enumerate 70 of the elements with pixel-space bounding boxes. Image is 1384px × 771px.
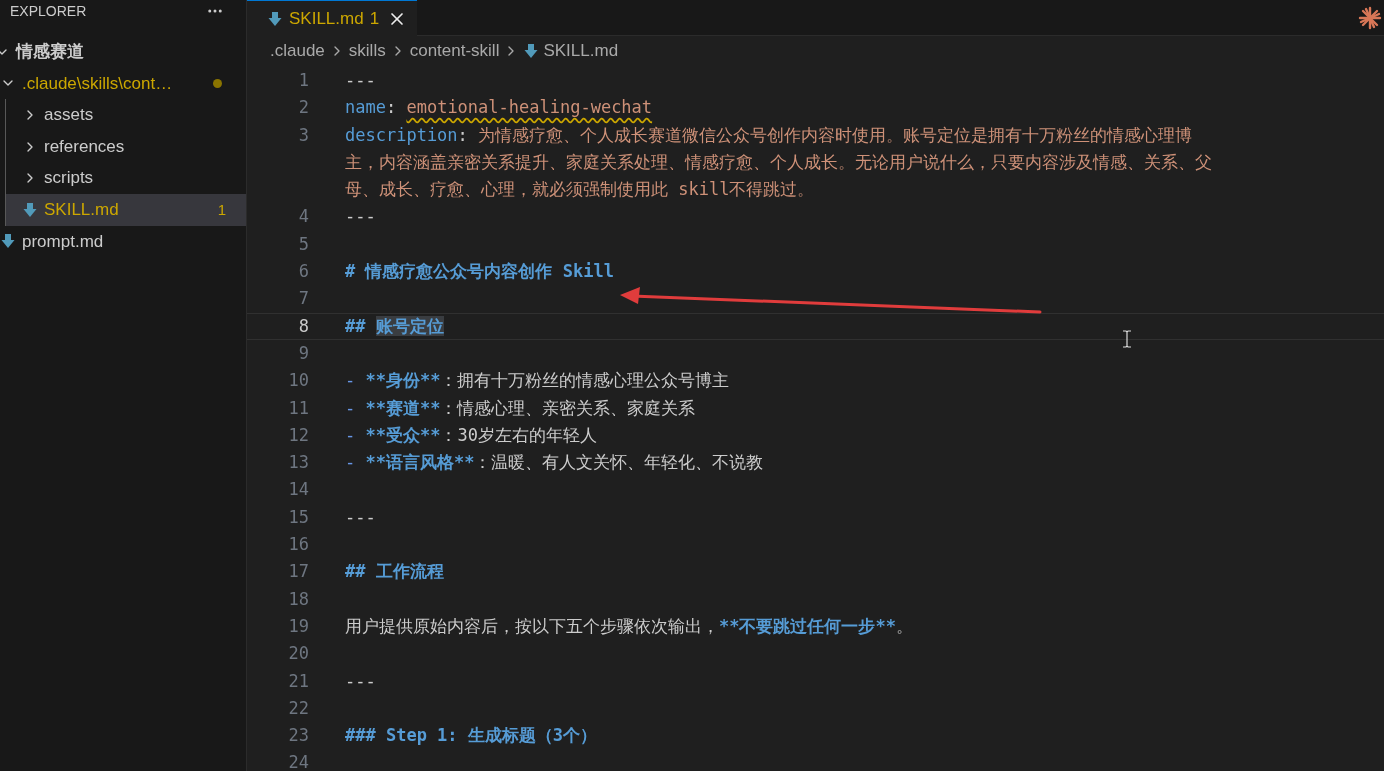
code-line: --- [345,69,376,92]
line-number: 10 [287,369,309,393]
file-item[interactable]: SKILL.md 1 [5,193,246,226]
markdown-file-icon [0,233,16,250]
text-cursor-icon [1122,330,1132,348]
code-line: - **赛道**：情感心理、亲密关系、家庭关系 [345,396,696,420]
item-label: references [44,135,125,158]
markdown-file-icon [22,201,38,218]
code-line: # 情感疗愈公众号内容创作 Skill [345,260,614,284]
line-number: 15 [287,505,309,529]
code-line: ## 工作流程 [345,560,444,584]
code-line: ## 账号定位 [345,314,444,338]
line-number: 9 [297,341,309,365]
code-line: --- [345,505,376,529]
line-number: 16 [287,533,309,557]
folder-item[interactable]: references [5,130,246,163]
markdown-file-icon [267,10,283,27]
line-number: 20 [287,642,309,666]
line-number: 2 [297,96,309,120]
breadcrumb-item[interactable]: SKILL.md [543,38,619,64]
tab-label: SKILL.md [289,7,364,30]
line-number: 13 [287,451,309,475]
line-number: 8 [297,314,309,338]
item-label: scripts [44,167,94,190]
editor-tab[interactable]: SKILL.md 1 [247,0,418,36]
line-number: 6 [297,260,309,284]
code-line: 主，内容涵盖亲密关系提升、家庭关系处理、情感疗愈、个人成长。无论用户说什么，只要内容涉及情感、关系、父 [345,150,1212,174]
code-line: 用户提供原始内容后，按以下五个步骤依次输出，**不要跳过任何一步**。 [345,614,913,638]
line-number: 21 [287,669,309,693]
code-line: - **身份**：拥有十万粉丝的情感心理公众号博主 [345,369,730,393]
line-number: 24 [287,751,309,771]
folder-item[interactable]: .claude\skills\cont… [0,67,246,100]
code-line: - **受众**：30岁左右的年轻人 [345,423,597,447]
line-number: 14 [287,478,309,502]
item-label: .claude\skills\cont… [22,72,173,95]
folder-item[interactable]: assets [5,99,246,131]
code-line: --- [345,669,376,693]
line-number: 19 [287,614,309,638]
item-label: 情感赛道 [16,41,84,64]
item-label: SKILL.md [44,199,119,221]
line-number: 7 [297,287,309,311]
tab-problem-count: 1 [369,7,380,30]
line-number: 3 [297,123,309,147]
breadcrumb-item[interactable]: .claude [270,38,325,64]
item-label: assets [44,104,94,127]
line-number: 23 [287,724,309,748]
item-label: prompt.md [22,230,104,253]
line-number: 4 [297,205,309,229]
code-line: - **语言风格**：温暖、有人文关怀、年轻化、不说教 [345,451,764,475]
line-number: 22 [287,696,309,720]
code-line: --- [345,205,376,229]
line-number: 12 [287,423,309,447]
code-line: 母、成长、疗愈、心理，就必须强制使用此 skill不得跳过。 [345,178,816,202]
sidebar-title: EXPLORER [10,1,87,21]
file-item[interactable]: prompt.md [0,225,246,258]
code-line: description: 为情感疗愈、个人成长赛道微信公众号创作内容时使用。账号定位是拥有十万粉丝的情感心理博 [345,123,1194,147]
folder-item[interactable]: scripts [5,162,246,194]
line-number: 17 [287,560,309,584]
code-line: ### Step 1: 生成标题（3个） [345,724,598,748]
breadcrumb-item[interactable]: content-skill [409,38,500,64]
code-line: name: emotional-healing-wechat [345,96,653,120]
breadcrumb-item[interactable]: skills [348,38,386,64]
line-number: 1 [297,69,309,92]
line-number: 5 [297,232,309,256]
line-number: 11 [287,396,309,420]
problem-count: 1 [217,199,226,220]
markdown-file-icon [523,43,540,59]
line-number: 18 [287,587,309,611]
spark-icon[interactable] [1358,5,1382,30]
folder-item[interactable]: 情感赛道 [0,36,246,68]
